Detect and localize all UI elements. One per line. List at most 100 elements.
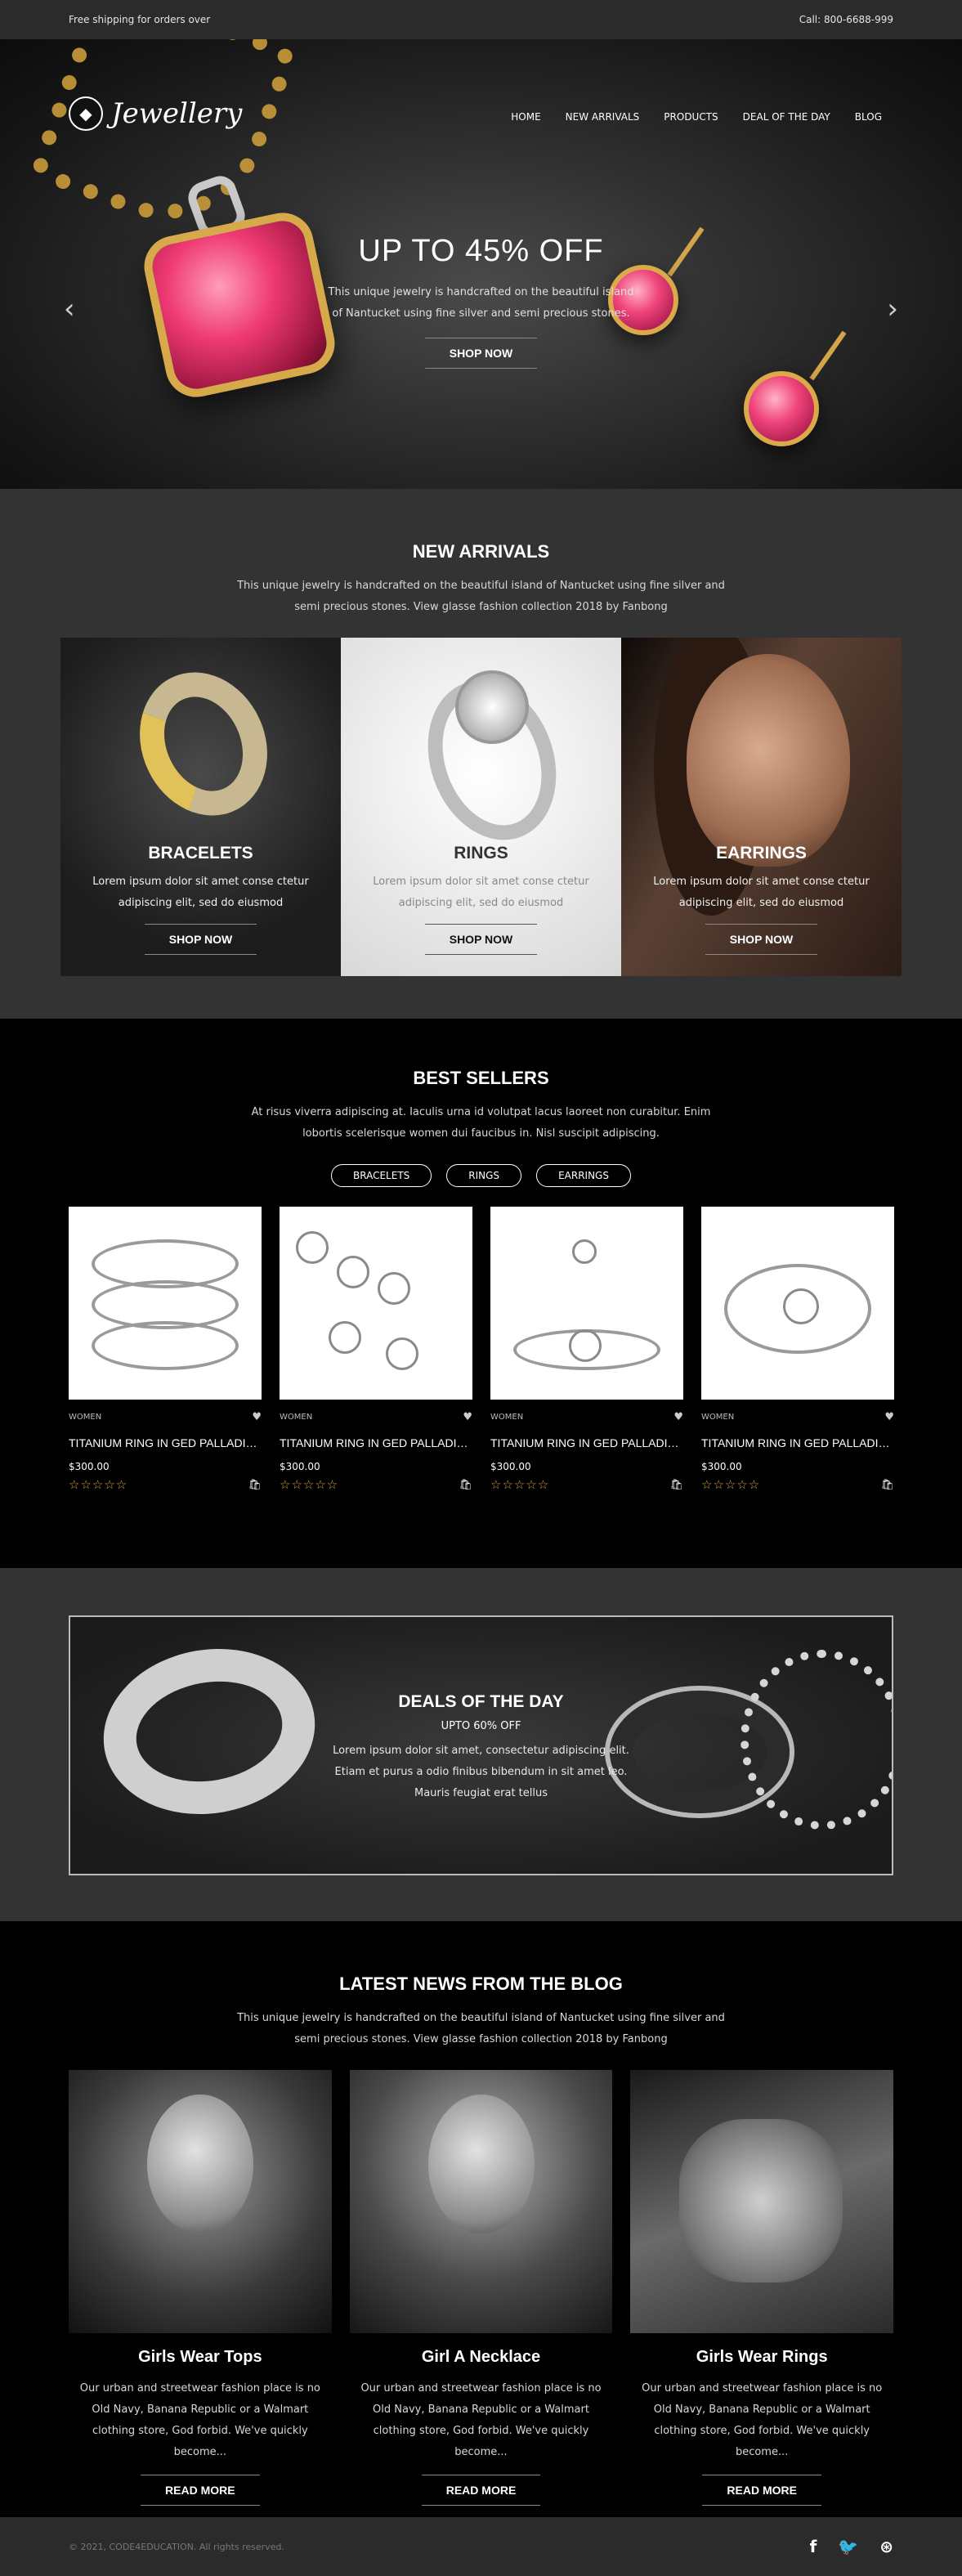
nav-products[interactable]: PRODUCTS: [664, 111, 718, 123]
product-price: $300.00: [490, 1461, 531, 1472]
blog-post-title[interactable]: Girls Wear Rings: [630, 2348, 893, 2367]
section-description: This unique jewelry is handcrafted on th…: [237, 580, 725, 613]
hero-banner: ◆ Jewellery HOME NEW ARRIVALS PRODUCTS D…: [0, 39, 962, 489]
blog-post-title[interactable]: Girls Wear Tops: [69, 2348, 332, 2367]
blog-post-title[interactable]: Girl A Necklace: [350, 2348, 613, 2367]
category-text: Lorem ipsum dolor sit amet conse ctetur …: [653, 876, 870, 909]
shop-now-button[interactable]: SHOP NOW: [705, 924, 818, 955]
hero-title: UP TO 45% OFF: [358, 234, 604, 268]
heart-icon[interactable]: ♥: [463, 1411, 472, 1423]
category-title: EARRINGS: [716, 844, 807, 862]
social-links: f 🐦 ⊛: [810, 2537, 893, 2556]
shop-now-button[interactable]: SHOP NOW: [144, 924, 257, 955]
deal-of-the-day-section: DEALS OF THE DAY UPTO 60% OFF Lorem ipsu…: [0, 1568, 962, 1921]
product-name[interactable]: TITANIUM RING IN GED PALLADIUMFINISH: [280, 1436, 472, 1449]
product-name[interactable]: TITANIUM RING IN GED PALLADIUMFINISH: [69, 1436, 262, 1449]
chain-link-shape: [386, 1337, 418, 1370]
filter-rings[interactable]: RINGS: [446, 1164, 522, 1187]
blog-post-image[interactable]: [630, 2070, 894, 2333]
deal-content: DEALS OF THE DAY UPTO 60% OFF Lorem ipsu…: [70, 1692, 892, 1804]
heart-icon[interactable]: ♥: [252, 1411, 262, 1423]
bead-shape: [572, 1239, 597, 1264]
hero-content: UP TO 45% OFF This unique jewelry is han…: [0, 234, 962, 369]
read-more-button[interactable]: READ MORE: [141, 2475, 260, 2506]
category-grid: BRACELETS Lorem ipsum dolor sit amet con…: [60, 638, 902, 976]
star-rating: ☆☆☆☆☆: [280, 1477, 339, 1492]
model-face-image: [147, 2094, 253, 2233]
category-card-rings[interactable]: RINGS Lorem ipsum dolor sit amet conse c…: [341, 638, 621, 976]
product-price: $300.00: [701, 1461, 742, 1472]
nav-new-arrivals[interactable]: NEW ARRIVALS: [566, 111, 640, 123]
footer: © 2021, CODE4EDUCATION. All rights reser…: [0, 2517, 962, 2576]
product-filters: BRACELETS RINGS EARRINGS: [0, 1164, 962, 1187]
heart-icon[interactable]: ♥: [884, 1411, 894, 1423]
read-more-button[interactable]: READ MORE: [421, 2475, 541, 2506]
blog-post-excerpt: Our urban and streetwear fashion place i…: [360, 2382, 602, 2458]
cart-icon[interactable]: 🛍: [880, 1479, 894, 1491]
blog-post-image[interactable]: [349, 2070, 613, 2333]
hands-with-rings-image: [679, 2119, 843, 2283]
product-price: $300.00: [69, 1461, 110, 1472]
twitter-icon[interactable]: 🐦: [838, 2537, 858, 2556]
section-title: LATEST NEWS FROM THE BLOG: [339, 1973, 623, 1994]
deal-title: DEALS OF THE DAY: [398, 1692, 564, 1711]
main-nav: HOME NEW ARRIVALS PRODUCTS DEAL OF THE D…: [511, 111, 882, 123]
filter-earrings[interactable]: EARRINGS: [536, 1164, 631, 1187]
hero-shop-now-button[interactable]: SHOP NOW: [424, 338, 538, 369]
cart-icon[interactable]: 🛍: [459, 1479, 472, 1491]
star-rating: ☆☆☆☆☆: [490, 1477, 550, 1492]
category-title: BRACELETS: [148, 844, 253, 862]
product-name[interactable]: TITANIUM RING IN GED PALLADIUMFINISH: [490, 1436, 683, 1449]
star-rating: ☆☆☆☆☆: [701, 1477, 761, 1492]
new-arrivals-section: NEW ARRIVALS This unique jewelry is hand…: [0, 489, 962, 1019]
filter-bracelets[interactable]: BRACELETS: [331, 1164, 432, 1187]
product-card[interactable]: WOMEN ♥ TITANIUM RING IN GED PALLADIUMFIN…: [69, 1207, 262, 1492]
earring-stud-image: [744, 371, 819, 446]
heart-icon[interactable]: ♥: [673, 1411, 683, 1423]
blog-post-card[interactable]: Girls Wear Tops Our urban and streetwear…: [69, 2070, 332, 2506]
product-category: WOMEN: [69, 1413, 102, 1422]
product-price: $300.00: [280, 1461, 320, 1472]
product-image[interactable]: [490, 1207, 683, 1400]
section-title: NEW ARRIVALS: [412, 541, 550, 562]
shipping-notice: Free shipping for orders over: [69, 14, 211, 25]
category-card-earrings[interactable]: EARRINGS Lorem ipsum dolor sit amet cons…: [621, 638, 902, 976]
product-category: WOMEN: [701, 1413, 735, 1422]
blog-post-image[interactable]: [69, 2070, 332, 2333]
chain-link-shape: [296, 1231, 329, 1264]
shop-now-button[interactable]: SHOP NOW: [424, 924, 538, 955]
category-text: Lorem ipsum dolor sit amet conse ctetur …: [92, 876, 309, 909]
read-more-button[interactable]: READ MORE: [702, 2475, 821, 2506]
section-title: BEST SELLERS: [413, 1068, 549, 1088]
top-bar: Free shipping for orders over Call: 800-…: [0, 0, 962, 39]
product-name[interactable]: TITANIUM RING IN GED PALLADIUMFINISH: [701, 1436, 894, 1449]
nav-home[interactable]: HOME: [511, 111, 540, 123]
cart-icon[interactable]: 🛍: [248, 1479, 262, 1491]
blog-post-card[interactable]: Girl A Necklace Our urban and streetwear…: [349, 2070, 613, 2506]
product-image[interactable]: [69, 1207, 262, 1400]
deal-banner[interactable]: DEALS OF THE DAY UPTO 60% OFF Lorem ipsu…: [69, 1615, 893, 1875]
model-face-image: [427, 2094, 535, 2233]
product-image[interactable]: [280, 1207, 472, 1400]
category-card-bracelets[interactable]: BRACELETS Lorem ipsum dolor sit amet con…: [60, 638, 341, 976]
best-sellers-section: BEST SELLERS At risus viverra adipiscing…: [0, 1019, 962, 1568]
category-title: RINGS: [454, 844, 508, 862]
blog-post-grid: Girls Wear Tops Our urban and streetwear…: [69, 2070, 894, 2506]
product-card[interactable]: WOMEN ♥ TITANIUM RING IN GED PALLADIUMFIN…: [280, 1207, 472, 1492]
product-grid: WOMEN ♥ TITANIUM RING IN GED PALLADIUMFIN…: [69, 1207, 894, 1492]
blog-post-card[interactable]: Girls Wear Rings Our urban and streetwea…: [630, 2070, 894, 2506]
dribbble-icon[interactable]: ⊛: [879, 2537, 893, 2556]
product-card[interactable]: WOMEN ♥ TITANIUM RING IN GED PALLADIUMFIN…: [490, 1207, 683, 1492]
infinity-charm-shape: [569, 1329, 602, 1362]
chain-link-shape: [337, 1256, 369, 1288]
phone-number[interactable]: Call: 800-6688-999: [799, 14, 893, 25]
nav-blog[interactable]: BLOG: [855, 111, 882, 123]
product-image[interactable]: [701, 1207, 894, 1400]
product-card[interactable]: WOMEN ♥ TITANIUM RING IN GED PALLADIUMFIN…: [701, 1207, 894, 1492]
facebook-icon[interactable]: f: [810, 2537, 817, 2556]
cart-icon[interactable]: 🛍: [669, 1479, 683, 1491]
ring-gem-image: [455, 670, 529, 744]
brand-logo[interactable]: ◆ Jewellery: [69, 96, 242, 131]
nav-deal-of-the-day[interactable]: DEAL OF THE DAY: [743, 111, 830, 123]
blog-section: LATEST NEWS FROM THE BLOG This unique je…: [0, 1921, 962, 2517]
